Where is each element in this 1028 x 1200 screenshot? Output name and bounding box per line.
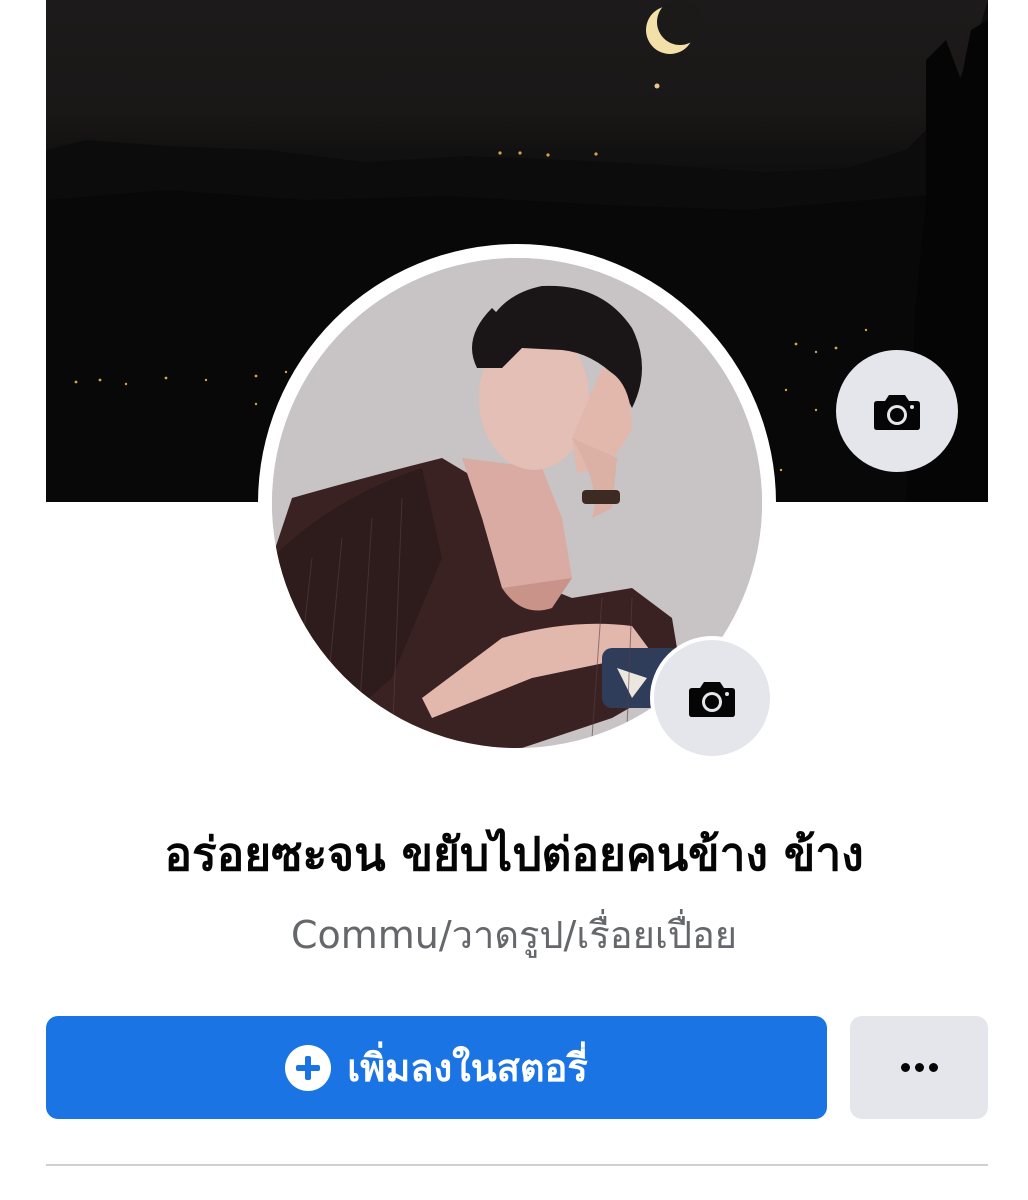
camera-icon [874, 395, 920, 430]
edit-cover-photo-button[interactable] [836, 350, 958, 472]
profile-name: อร่อยซะจน ขยับไปต่อยคนข้าง ข้าง [164, 827, 864, 881]
add-to-story-label: เพิ่มลงในสตอรี่ [347, 1046, 588, 1090]
plus-circle-icon [285, 1044, 332, 1091]
add-to-story-button[interactable]: เพิ่มลงในสตอรี่ [46, 1016, 827, 1119]
edit-avatar-button[interactable] [650, 636, 774, 760]
more-dots-icon [900, 1063, 938, 1072]
more-options-button[interactable] [850, 1016, 988, 1119]
profile-bio: Commu/วาดรูป/เรื่อยเปื่อย [290, 913, 738, 957]
camera-icon [689, 682, 735, 717]
divider [46, 1164, 988, 1166]
